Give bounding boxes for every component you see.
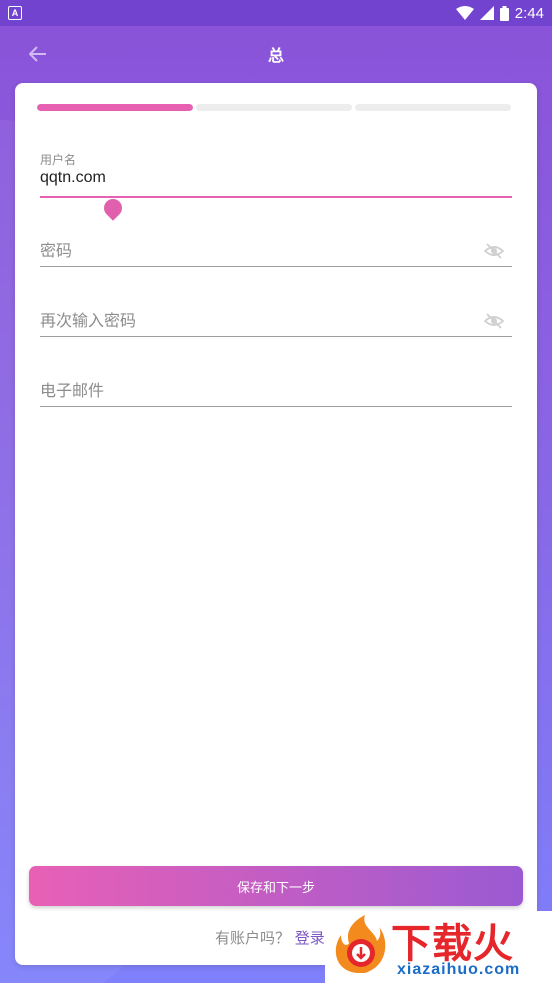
login-prompt-row: 有账户吗？ 登录 bbox=[215, 927, 325, 948]
confirm-password-underline bbox=[40, 336, 512, 337]
notification-app-icon: A bbox=[8, 6, 22, 20]
watermark-domain: xiazaihuo.com bbox=[397, 961, 521, 978]
password-underline bbox=[40, 266, 512, 267]
screen: A 2:44 总 用户名 qqtn.com 电子邮件 保存和下一步 有账户吗？ … bbox=[0, 0, 552, 983]
step-progress bbox=[37, 104, 511, 111]
page-title: 总 bbox=[267, 46, 284, 65]
save-and-next-button[interactable]: 保存和下一步 bbox=[29, 866, 523, 906]
password-field[interactable] bbox=[40, 235, 512, 269]
watermark: 下载火 xiazaihuo.com bbox=[325, 911, 552, 983]
signal-icon bbox=[479, 6, 494, 20]
email-field[interactable] bbox=[40, 375, 512, 409]
wifi-icon bbox=[455, 6, 474, 20]
confirm-password-field[interactable] bbox=[40, 305, 512, 339]
back-button[interactable] bbox=[26, 42, 50, 66]
progress-fill bbox=[37, 104, 193, 111]
email-underline bbox=[40, 406, 512, 407]
status-bar: A 2:44 bbox=[0, 0, 552, 26]
username-field[interactable]: 用户名 qqtn.com bbox=[40, 151, 512, 221]
progress-segment-1 bbox=[37, 104, 193, 111]
app-bar: 总 bbox=[0, 26, 552, 82]
status-right-group: 2:44 bbox=[455, 4, 544, 22]
status-time: 2:44 bbox=[514, 4, 544, 22]
eye-off-icon bbox=[483, 313, 505, 329]
arrow-left-icon bbox=[29, 46, 46, 62]
eye-off-icon bbox=[483, 243, 505, 259]
email-input[interactable] bbox=[40, 375, 480, 405]
password-visibility-toggle[interactable] bbox=[483, 241, 505, 261]
battery-icon bbox=[499, 5, 509, 21]
username-input[interactable]: qqtn.com bbox=[40, 169, 480, 187]
flame-logo-icon bbox=[335, 915, 386, 973]
progress-segment-3 bbox=[355, 104, 511, 111]
login-link[interactable]: 登录 bbox=[295, 929, 325, 947]
username-label: 用户名 bbox=[40, 153, 77, 167]
confirm-password-input[interactable] bbox=[40, 305, 480, 335]
text-cursor-handle[interactable] bbox=[100, 195, 126, 221]
confirm-password-visibility-toggle[interactable] bbox=[483, 311, 505, 331]
login-prompt-text: 有账户吗？ bbox=[215, 929, 291, 947]
form-card: 用户名 qqtn.com 电子邮件 保存和下一步 有账户吗？ 登录 bbox=[15, 83, 537, 965]
progress-segment-2 bbox=[196, 104, 352, 111]
password-input[interactable] bbox=[40, 235, 480, 265]
